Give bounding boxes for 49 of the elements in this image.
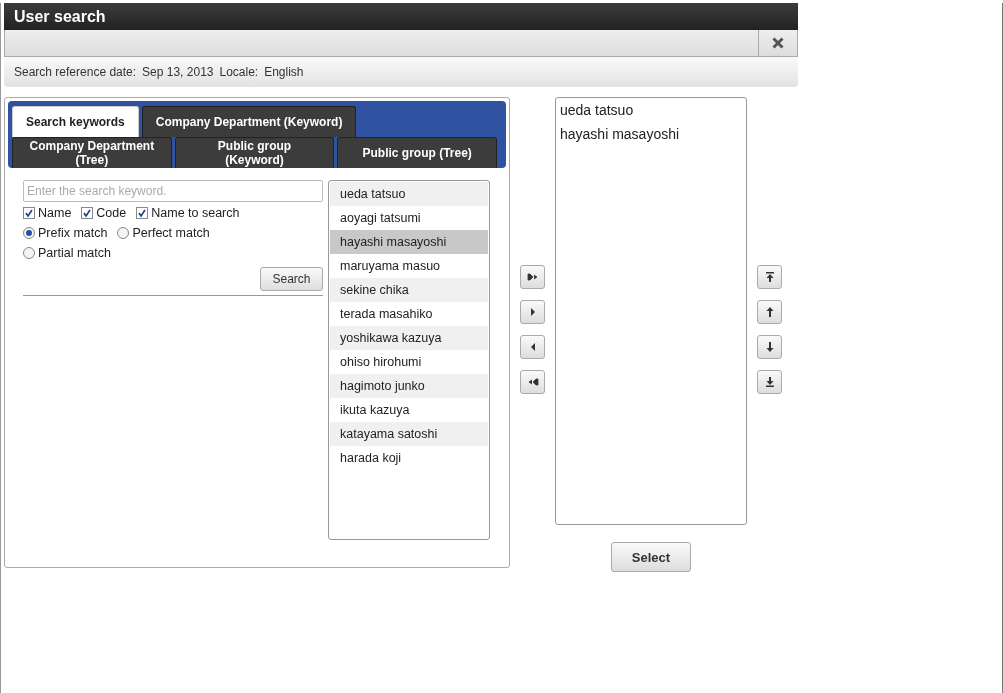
- checkbox-label: Code: [96, 206, 127, 220]
- up-button[interactable]: [757, 300, 782, 324]
- list-item[interactable]: hagimoto junko: [330, 374, 488, 398]
- list-item[interactable]: hayashi masayoshi: [330, 230, 488, 254]
- search-field[interactable]: Enter the search keyword.: [23, 180, 323, 202]
- info-label: Search reference date:: [14, 65, 137, 79]
- checkbox[interactable]: [81, 207, 94, 219]
- checkbox-label: Name: [38, 206, 72, 220]
- down-button[interactable]: [757, 335, 782, 359]
- close-icon: [772, 37, 784, 49]
- remove-button[interactable]: [520, 335, 545, 359]
- search-button[interactable]: Search: [260, 267, 323, 291]
- top-button[interactable]: [757, 265, 782, 289]
- list-item[interactable]: ohiso hirohumi: [330, 350, 488, 374]
- radio-label: Prefix match: [38, 226, 108, 240]
- list-item[interactable]: sekine chika: [330, 278, 488, 302]
- list-item[interactable]: hayashi masayoshi: [560, 126, 742, 150]
- info-value: Sep 13, 2013: [142, 65, 214, 79]
- checkbox[interactable]: [136, 207, 149, 219]
- tab[interactable]: Company Department (Tree): [12, 137, 172, 168]
- radio-label: Perfect match: [132, 226, 210, 240]
- list-item[interactable]: ueda tatsuo: [560, 102, 742, 126]
- add-button[interactable]: [520, 300, 545, 324]
- checkbox[interactable]: [23, 207, 35, 219]
- list-item[interactable]: yoshikawa kazuya: [330, 326, 488, 350]
- list-item[interactable]: katayama satoshi: [330, 422, 488, 446]
- tab[interactable]: Company Department (Keyword): [141, 106, 357, 137]
- select-button[interactable]: Select: [611, 542, 691, 572]
- list-item[interactable]: ueda tatsuo: [330, 182, 488, 206]
- tab[interactable]: Search keywords: [12, 106, 139, 137]
- list-item[interactable]: harada koji: [330, 446, 488, 470]
- list-item[interactable]: aoyagi tatsumi: [330, 206, 488, 230]
- double-right-arrow-icon: [525, 270, 540, 284]
- radio-label: Partial match: [38, 246, 111, 260]
- info-value: English: [264, 65, 304, 79]
- checkbox-label: Name to search: [151, 206, 240, 220]
- list-item[interactable]: terada masahiko: [330, 302, 488, 326]
- bottom-button[interactable]: [757, 370, 782, 394]
- radio-button[interactable]: [117, 227, 130, 239]
- remove-all-button[interactable]: [520, 370, 545, 394]
- list-item[interactable]: ikuta kazuya: [330, 398, 488, 422]
- radio-button[interactable]: [23, 227, 35, 239]
- tab[interactable]: Public group (Tree): [337, 137, 497, 168]
- window-title: User search: [4, 3, 798, 30]
- tab[interactable]: Public group (Keyword): [174, 137, 335, 168]
- list-item[interactable]: maruyama masuo: [330, 254, 488, 278]
- info-label: Locale:: [219, 65, 259, 79]
- add-all-button[interactable]: [520, 265, 545, 289]
- radio-button[interactable]: [23, 247, 35, 259]
